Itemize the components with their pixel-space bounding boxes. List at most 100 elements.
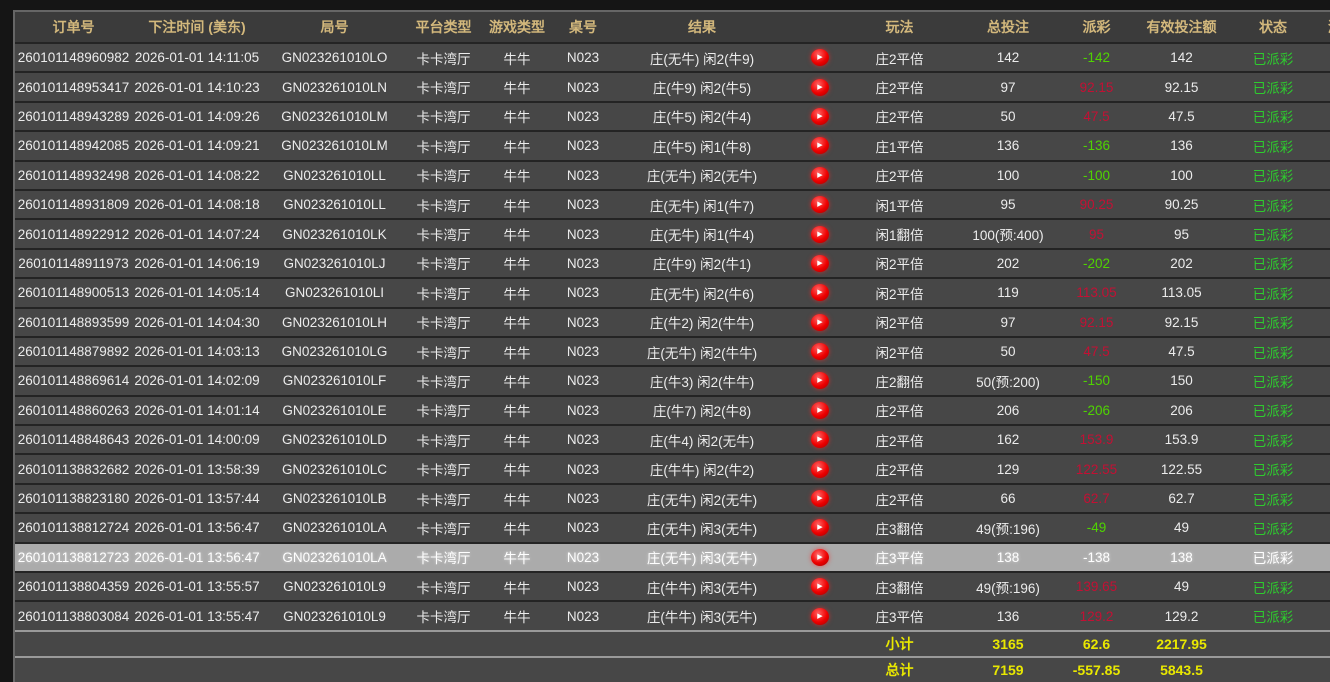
result-cell: 庄(牛7) 闲2(牛8) <box>612 397 792 424</box>
bet_time-cell: 2026-01-01 14:09:21 <box>132 132 262 159</box>
table_no-cell: N023 <box>554 602 612 629</box>
replay-icon[interactable]: ▶ <box>811 79 829 96</box>
table_no-cell: N023 <box>554 573 612 600</box>
platform-cell: 卡卡湾厅 <box>407 73 480 100</box>
replay-icon[interactable]: ▶ <box>811 549 829 566</box>
payout-cell: 153.9 <box>1064 426 1129 453</box>
replay-icon[interactable]: ▶ <box>811 372 829 389</box>
table-row[interactable]: 2601011388127242026-01-01 13:56:47GN0232… <box>15 512 1330 541</box>
replay-icon[interactable]: ▶ <box>811 578 829 595</box>
table-row[interactable]: 2601011388231802026-01-01 13:57:44GN0232… <box>15 483 1330 512</box>
replay-cell: ▶ <box>792 132 847 159</box>
replay-icon[interactable]: ▶ <box>811 519 829 536</box>
column-header-round_id: 局号 <box>262 12 407 42</box>
order_id-cell: 260101148931809 <box>15 191 132 218</box>
table-row[interactable]: 2601011489119732026-01-01 14:06:19GN0232… <box>15 248 1330 277</box>
round_id-cell: GN023261010L9 <box>262 573 407 600</box>
replay-cell: ▶ <box>792 602 847 629</box>
table-row[interactable]: 2601011489318092026-01-01 14:08:18GN0232… <box>15 189 1330 218</box>
play-cell: 庄3平倍 <box>847 544 952 571</box>
table-row[interactable]: 2601011488602632026-01-01 14:01:14GN0232… <box>15 395 1330 424</box>
status-cell: 已派彩 <box>1234 485 1312 512</box>
payout-cell: -142 <box>1064 44 1129 71</box>
play-cell: 庄2平倍 <box>847 73 952 100</box>
total_bet-cell: 49(预:196) <box>952 573 1064 600</box>
table-row[interactable]: 2601011489534172026-01-01 14:10:23GN0232… <box>15 71 1330 100</box>
bet_time-cell: 2026-01-01 13:56:47 <box>132 514 262 541</box>
subtotal-row: 小计316562.62217.95 <box>15 630 1330 656</box>
replay-icon[interactable]: ▶ <box>811 402 829 419</box>
replay-cell: ▶ <box>792 162 847 189</box>
table-row[interactable]: 2601011388127232026-01-01 13:56:47GN0232… <box>15 542 1330 571</box>
status-cell: 已派彩 <box>1234 309 1312 336</box>
payout-cell: 47.5 <box>1064 338 1129 365</box>
payout-cell: 113.05 <box>1064 279 1129 306</box>
table-row[interactable]: 2601011388326822026-01-01 13:58:39GN0232… <box>15 453 1330 482</box>
table_no-cell: N023 <box>554 514 612 541</box>
column-header-payout: 派彩 <box>1064 12 1129 42</box>
table-row[interactable]: 2601011489005132026-01-01 14:05:14GN0232… <box>15 277 1330 306</box>
table-row[interactable]: 2601011488486432026-01-01 14:00:09GN0232… <box>15 424 1330 453</box>
replay-cell: ▶ <box>792 397 847 424</box>
replay-icon[interactable]: ▶ <box>811 314 829 331</box>
order_id-cell: 260101148869614 <box>15 367 132 394</box>
replay-icon[interactable]: ▶ <box>811 431 829 448</box>
table-row[interactable]: 2601011489420852026-01-01 14:09:21GN0232… <box>15 130 1330 159</box>
bet_time-cell: 2026-01-01 13:55:47 <box>132 602 262 629</box>
table_no-cell: N023 <box>554 338 612 365</box>
total_bet-cell: 136 <box>952 132 1064 159</box>
replay-icon[interactable]: ▶ <box>811 284 829 301</box>
result-cell: 庄(牛3) 闲2(牛牛) <box>612 367 792 394</box>
valid_bet-cell: 113.05 <box>1129 279 1234 306</box>
bet_time-cell: 2026-01-01 14:11:05 <box>132 44 262 71</box>
replay-icon[interactable]: ▶ <box>811 196 829 213</box>
bet_time-cell: 2026-01-01 13:56:47 <box>132 544 262 571</box>
platform-cell: 卡卡湾厅 <box>407 250 480 277</box>
column-header-total_bet: 总投注 <box>952 12 1064 42</box>
extra-cell <box>1312 485 1330 512</box>
status-cell: 已派彩 <box>1234 455 1312 482</box>
replay-icon[interactable]: ▶ <box>811 167 829 184</box>
table-row[interactable]: 2601011489229122026-01-01 14:07:24GN0232… <box>15 218 1330 247</box>
platform-cell: 卡卡湾厅 <box>407 338 480 365</box>
play-cell: 庄2平倍 <box>847 426 952 453</box>
table-row[interactable]: 2601011489432892026-01-01 14:09:26GN0232… <box>15 101 1330 130</box>
table-row[interactable]: 2601011488696142026-01-01 14:02:09GN0232… <box>15 365 1330 394</box>
valid_bet-cell: 62.7 <box>1129 485 1234 512</box>
table-row[interactable]: 2601011388043592026-01-01 13:55:57GN0232… <box>15 571 1330 600</box>
result-cell: 庄(牛4) 闲2(无牛) <box>612 426 792 453</box>
table-row[interactable]: 2601011388030842026-01-01 13:55:47GN0232… <box>15 600 1330 629</box>
order_id-cell: 260101138832682 <box>15 455 132 482</box>
status-cell: 已派彩 <box>1234 220 1312 247</box>
replay-icon[interactable]: ▶ <box>811 461 829 478</box>
table-row[interactable]: 2601011488798922026-01-01 14:03:13GN0232… <box>15 336 1330 365</box>
replay-icon[interactable]: ▶ <box>811 137 829 154</box>
column-header-order_id: 订单号 <box>15 12 132 42</box>
table-row[interactable]: 2601011489324982026-01-01 14:08:22GN0232… <box>15 160 1330 189</box>
total_bet-cell: 50 <box>952 103 1064 130</box>
replay-icon[interactable]: ▶ <box>811 108 829 125</box>
payout-cell: 92.15 <box>1064 309 1129 336</box>
replay-icon[interactable]: ▶ <box>811 255 829 272</box>
total_bet-cell: 50 <box>952 338 1064 365</box>
table-row[interactable]: 2601011488935992026-01-01 14:04:30GN0232… <box>15 307 1330 336</box>
replay-icon[interactable]: ▶ <box>811 49 829 66</box>
status-cell: 已派彩 <box>1234 573 1312 600</box>
replay-icon[interactable]: ▶ <box>811 490 829 507</box>
round_id-cell: GN023261010LL <box>262 162 407 189</box>
game_type-cell: 牛牛 <box>480 573 554 600</box>
game_type-cell: 牛牛 <box>480 485 554 512</box>
game_type-cell: 牛牛 <box>480 338 554 365</box>
result-cell: 庄(牛9) 闲2(牛1) <box>612 250 792 277</box>
grand_total-valid-bet: 5843.5 <box>1129 658 1234 682</box>
order_id-cell: 260101138823180 <box>15 485 132 512</box>
extra-cell <box>1312 514 1330 541</box>
replay-icon[interactable]: ▶ <box>811 608 829 625</box>
order_id-cell: 260101148879892 <box>15 338 132 365</box>
replay-icon[interactable]: ▶ <box>811 343 829 360</box>
game_type-cell: 牛牛 <box>480 44 554 71</box>
table-row[interactable]: 2601011489609822026-01-01 14:11:05GN0232… <box>15 42 1330 71</box>
round_id-cell: GN023261010LD <box>262 426 407 453</box>
payout-cell: 139.65 <box>1064 573 1129 600</box>
replay-icon[interactable]: ▶ <box>811 226 829 243</box>
